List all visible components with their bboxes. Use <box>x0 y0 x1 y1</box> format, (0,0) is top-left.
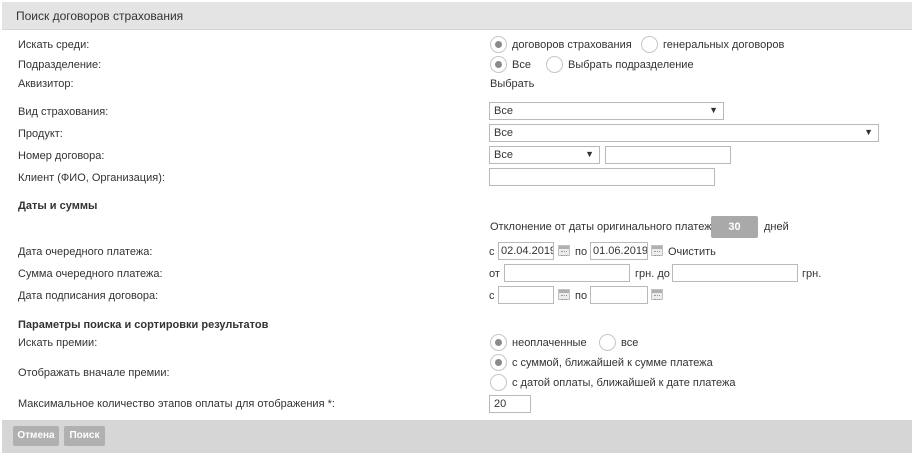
sign-date-from-input[interactable] <box>498 286 554 304</box>
radio-premiums-unpaid[interactable] <box>490 334 507 351</box>
chevron-down-icon: ▼ <box>864 127 873 137</box>
search-button[interactable]: Поиск <box>64 426 105 446</box>
show-first-label: Отображать вначале премии: <box>18 367 170 379</box>
calendar-icon[interactable] <box>558 245 570 256</box>
deviation-days-input[interactable]: 30 <box>711 216 758 238</box>
radio-sort-by-date[interactable] <box>490 374 507 391</box>
params-section-title: Параметры поиска и сортировки результато… <box>18 319 269 331</box>
product-label: Продукт: <box>18 128 63 140</box>
dates-section-title: Даты и суммы <box>18 200 98 212</box>
product-value: Все <box>494 127 513 139</box>
deviation-label: Отклонение от даты оригинального платежа… <box>490 221 721 233</box>
radio-division-select[interactable] <box>546 56 563 73</box>
radio-sort-by-date-label[interactable]: с датой оплаты, ближайшей к дате платежа <box>512 377 736 389</box>
radio-sort-by-sum-label[interactable]: с суммой, ближайшей к сумме платежа <box>512 357 713 369</box>
insurance-type-label: Вид страхования: <box>18 106 109 118</box>
radio-insurance-contracts[interactable] <box>490 36 507 53</box>
chevron-down-icon: ▼ <box>585 149 594 159</box>
chevron-down-icon: ▼ <box>709 105 718 115</box>
insurance-type-select[interactable]: Все ▼ <box>489 102 724 120</box>
next-payment-date-from-input[interactable]: 02.04.2019 <box>498 242 554 260</box>
next-payment-sum-label: Сумма очередного платежа: <box>18 268 163 280</box>
radio-general-contracts-label[interactable]: генеральных договоров <box>663 39 784 51</box>
product-select[interactable]: Все ▼ <box>489 124 879 142</box>
calendar-icon[interactable] <box>558 289 570 300</box>
sign-date-to-input[interactable] <box>590 286 648 304</box>
search-among-label: Искать среди: <box>18 39 90 51</box>
sign-date-from-prefix: с <box>489 290 495 302</box>
max-stages-input[interactable]: 20 <box>489 395 531 413</box>
next-payment-sum-from-prefix: от <box>489 268 500 280</box>
panel-header: Поиск договоров страхования <box>2 2 912 30</box>
deviation-unit: дней <box>764 221 789 233</box>
acquirer-label: Аквизитор: <box>18 78 74 90</box>
next-payment-sum-unit: грн. <box>802 268 822 280</box>
cancel-button[interactable]: Отмена <box>13 426 59 446</box>
contract-number-mode-value: Все <box>494 149 513 161</box>
sign-date-to-prefix: по <box>575 290 588 302</box>
radio-premiums-all[interactable] <box>599 334 616 351</box>
next-payment-date-to-prefix: по <box>575 246 588 258</box>
division-label: Подразделение: <box>18 59 102 71</box>
insurance-type-value: Все <box>494 105 513 117</box>
radio-division-all-label[interactable]: Все <box>512 59 531 71</box>
next-payment-date-label: Дата очередного платежа: <box>18 246 153 258</box>
calendar-icon[interactable] <box>651 289 663 300</box>
next-payment-date-from-prefix: с <box>489 246 495 258</box>
next-payment-sum-to-input[interactable] <box>672 264 798 282</box>
radio-premiums-unpaid-label[interactable]: неоплаченные <box>512 337 587 349</box>
sign-date-label: Дата подписания договора: <box>18 290 159 302</box>
contract-number-mode-select[interactable]: Все ▼ <box>489 146 600 164</box>
radio-insurance-contracts-label[interactable]: договоров страхования <box>512 39 632 51</box>
next-payment-date-to-input[interactable]: 01.06.2019 <box>590 242 648 260</box>
footer-bar <box>2 420 912 453</box>
next-payment-sum-from-input[interactable] <box>504 264 630 282</box>
radio-sort-by-sum[interactable] <box>490 354 507 371</box>
client-label: Клиент (ФИО, Организация): <box>18 172 165 184</box>
radio-general-contracts[interactable] <box>641 36 658 53</box>
next-payment-sum-mid-text: грн. до <box>635 268 670 280</box>
radio-division-all[interactable] <box>490 56 507 73</box>
client-input[interactable] <box>489 168 715 186</box>
contract-number-input[interactable] <box>605 146 731 164</box>
panel-title: Поиск договоров страхования <box>16 9 184 23</box>
acquirer-select-link[interactable]: Выбрать <box>490 78 534 90</box>
radio-premiums-all-label[interactable]: все <box>621 337 638 349</box>
radio-division-select-label[interactable]: Выбрать подразделение <box>568 59 694 71</box>
max-stages-label: Максимальное количество этапов оплаты дл… <box>18 398 335 410</box>
premiums-label: Искать премии: <box>18 337 98 349</box>
clear-dates-link[interactable]: Очистить <box>668 246 716 258</box>
contract-number-label: Номер договора: <box>18 150 105 162</box>
calendar-icon[interactable] <box>651 245 663 256</box>
